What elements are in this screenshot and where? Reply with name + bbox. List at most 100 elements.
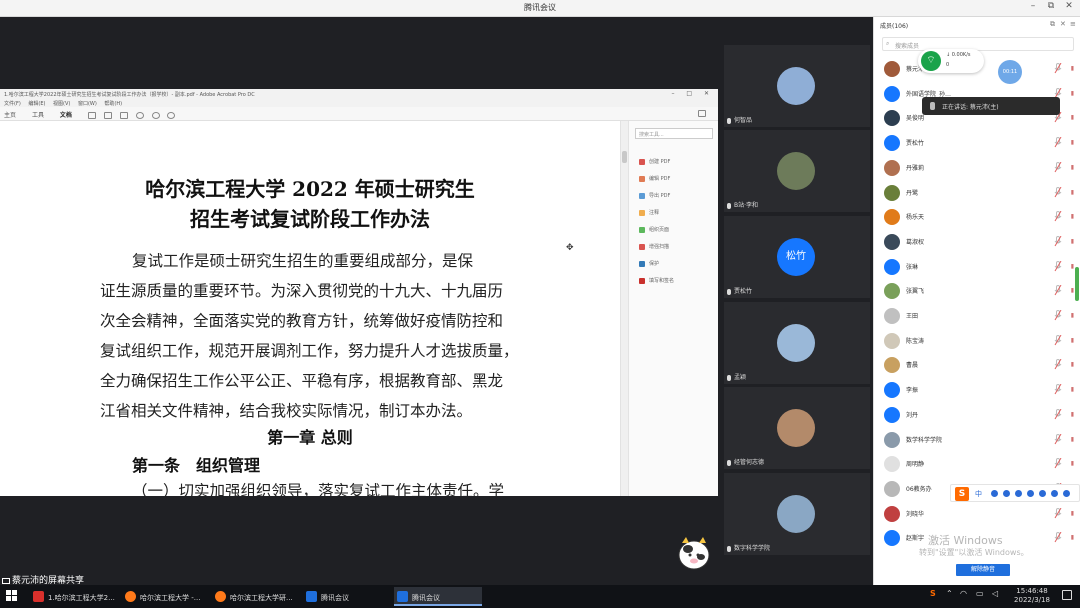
camera-off-icon[interactable]: ▮ <box>1071 460 1074 467</box>
volume-icon[interactable]: ◁ <box>992 589 998 598</box>
tab-document[interactable]: 文档 <box>60 110 72 119</box>
mic-muted-icon[interactable] <box>1054 408 1062 420</box>
taskbar-clock[interactable]: 15:46:48 2022/3/18 <box>1013 587 1051 605</box>
maximize-button[interactable]: ⧉ <box>1044 1 1058 11</box>
camera-off-icon[interactable]: ▮ <box>1071 139 1074 146</box>
camera-off-icon[interactable]: ▮ <box>1071 238 1074 245</box>
shared-pdf-window[interactable]: 1.哈尔滨工程大学2022年硕士研究生招生考试复试阶段工作办法（报学校）- 副本… <box>0 89 718 570</box>
member-row[interactable]: 张翼飞 ▮ <box>882 281 1074 301</box>
tray-overflow-icon[interactable]: ⌃ <box>946 589 953 598</box>
camera-off-icon[interactable]: ▮ <box>1071 287 1074 294</box>
sogou-tray-icon[interactable]: S <box>930 589 936 598</box>
camera-off-icon[interactable]: ▮ <box>1071 312 1074 319</box>
battery-icon[interactable]: ▭ <box>976 589 984 598</box>
taskbar-app-acrobat[interactable]: 1.哈尔滨工程大学2... <box>30 587 118 606</box>
fullscreen-icon[interactable] <box>698 110 706 117</box>
mic-muted-icon[interactable] <box>1054 161 1062 173</box>
skin-icon[interactable] <box>1051 490 1058 497</box>
camera-off-icon[interactable]: ▮ <box>1071 65 1074 72</box>
camera-off-icon[interactable]: ▮ <box>1071 114 1074 121</box>
mic-muted-icon[interactable] <box>1054 260 1062 272</box>
camera-off-icon[interactable]: ▮ <box>1071 90 1074 97</box>
tool-fill-sign[interactable]: 填写和签名 <box>639 277 674 284</box>
tool-create-pdf[interactable]: 创建 PDF <box>639 158 670 165</box>
taskbar-app-tencent-meeting[interactable]: 腾讯会议 <box>394 587 482 606</box>
camera-off-icon[interactable]: ▮ <box>1071 510 1074 517</box>
taskbar-app-tencent-meeting[interactable]: 腾讯会议 <box>303 587 391 606</box>
mic-muted-icon[interactable] <box>1054 186 1062 198</box>
notification-center-icon[interactable] <box>1062 590 1072 600</box>
camera-off-icon[interactable]: ▮ <box>1071 436 1074 443</box>
member-row[interactable]: 刘晓华 ▮ <box>882 504 1074 524</box>
taskbar-app-firefox[interactable]: 哈尔滨工程大学 -... <box>122 587 210 606</box>
pdf-window-controls[interactable]: – □ ✕ <box>671 90 714 97</box>
mic-muted-icon[interactable] <box>1054 433 1062 445</box>
member-row[interactable]: 杨乐天 ▮ <box>882 207 1074 227</box>
bookmark-icon[interactable] <box>87 112 96 119</box>
member-row[interactable]: 陈宝涛 ▮ <box>882 331 1074 351</box>
tools-search-input[interactable]: 搜索工具... <box>635 128 713 139</box>
tool-organize-pages[interactable]: 组织页面 <box>639 226 669 233</box>
member-row[interactable]: 数学科学学院 ▮ <box>882 430 1074 450</box>
wifi-tray-icon[interactable]: ◠ <box>960 589 967 598</box>
taskbar-app-firefox[interactable]: 哈尔滨工程大学研... <box>212 587 300 606</box>
camera-off-icon[interactable]: ▮ <box>1071 189 1074 196</box>
tool-enhance-scans[interactable]: 增强扫描 <box>639 243 669 250</box>
camera-off-icon[interactable]: ▮ <box>1071 263 1074 270</box>
tab-tools[interactable]: 工具 <box>32 110 44 119</box>
close-panel-icon[interactable]: ✕ <box>1060 20 1066 28</box>
emoji-icon[interactable] <box>1003 490 1010 497</box>
member-row[interactable]: 葛淑权 ▮ <box>882 232 1074 252</box>
mic-muted-icon[interactable] <box>1054 63 1062 74</box>
member-row[interactable]: 张琳 ▮ <box>882 257 1074 277</box>
mic-muted-icon[interactable] <box>1054 359 1062 370</box>
member-row[interactable]: 曹晨 ▮ <box>882 355 1074 375</box>
search-icon[interactable] <box>135 112 144 119</box>
member-search-input[interactable]: ⌕ 搜索成员 <box>882 37 1074 51</box>
voice-icon[interactable] <box>1015 490 1022 497</box>
tool-comment[interactable]: 注释 <box>639 209 659 216</box>
camera-off-icon[interactable]: ▮ <box>1071 386 1074 393</box>
ime-language-toggle[interactable]: 中 <box>975 489 982 499</box>
camera-off-icon[interactable]: ▮ <box>1071 411 1074 418</box>
mic-muted-icon[interactable] <box>1054 384 1062 395</box>
tool-protect[interactable]: 保护 <box>639 260 659 267</box>
camera-off-icon[interactable]: ▮ <box>1071 213 1074 220</box>
mic-muted-icon[interactable] <box>1054 507 1062 519</box>
member-row[interactable]: 李振 ▮ <box>882 380 1074 400</box>
video-tile[interactable]: 孟颖 <box>724 302 870 384</box>
member-list-scrollbar[interactable] <box>1075 267 1079 301</box>
email-icon[interactable] <box>119 112 128 119</box>
camera-off-icon[interactable]: ▮ <box>1071 164 1074 171</box>
mic-muted-icon[interactable] <box>1054 235 1062 247</box>
tab-home[interactable]: 主页 <box>4 110 16 119</box>
mic-muted-icon[interactable] <box>1054 458 1062 469</box>
video-tile[interactable]: 松竹 贾松竹 <box>724 216 870 298</box>
member-row[interactable]: 丹鹭 ▮ <box>882 183 1074 203</box>
member-row[interactable]: 贾松竹 ▮ <box>882 133 1074 153</box>
video-tile[interactable]: 何智品 <box>724 45 870 127</box>
scrollbar-thumb[interactable] <box>622 151 627 163</box>
toolbox-icon[interactable] <box>1039 490 1046 497</box>
camera-off-icon[interactable]: ▮ <box>1071 337 1074 344</box>
video-tile[interactable]: 经管何志德 <box>724 387 870 469</box>
ime-menu-icon[interactable] <box>1063 490 1070 497</box>
mic-muted-icon[interactable] <box>1054 137 1062 148</box>
video-tile[interactable]: 数字科学学院 <box>724 473 870 555</box>
member-row[interactable]: 刘丹 ▮ <box>882 405 1074 425</box>
tool-edit-pdf[interactable]: 编辑 PDF <box>639 175 670 182</box>
print-icon[interactable] <box>103 112 112 119</box>
close-button[interactable]: ✕ <box>1062 1 1076 11</box>
video-tile[interactable]: B站·李和 <box>724 130 870 212</box>
more-icon[interactable]: ≡ <box>1070 20 1076 28</box>
tool-export-pdf[interactable]: 导出 PDF <box>639 192 670 199</box>
keyboard-icon[interactable] <box>1027 490 1034 497</box>
network-status-widget[interactable]: ⌔ ↓ 0.00K/s 0 <box>918 49 984 73</box>
pdf-scrollbar[interactable] <box>620 121 628 496</box>
mic-muted-icon[interactable] <box>1054 211 1062 222</box>
windows-start-icon[interactable] <box>6 590 18 602</box>
punctuation-icon[interactable] <box>991 490 998 497</box>
ime-toolbar[interactable]: S 中 <box>950 484 1080 502</box>
camera-off-icon[interactable]: ▮ <box>1071 361 1074 368</box>
member-row[interactable]: 丹雅莉 ▮ <box>882 158 1074 178</box>
